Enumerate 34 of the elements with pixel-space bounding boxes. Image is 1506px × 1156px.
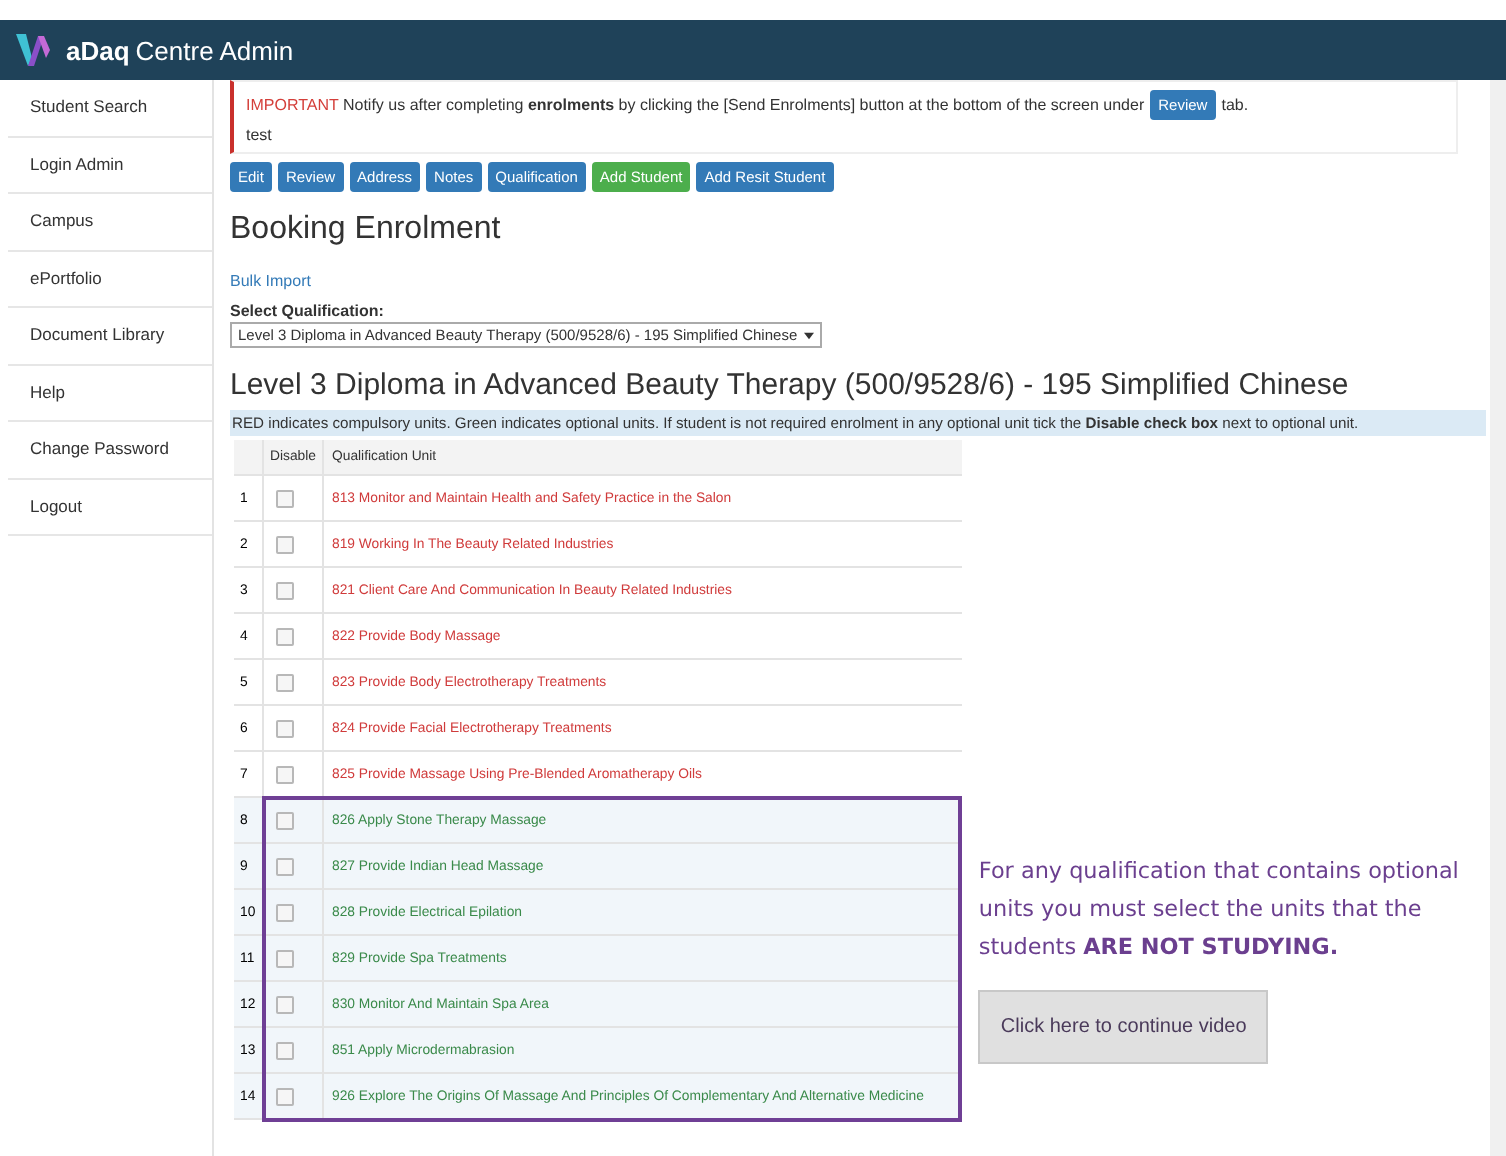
checkbox[interactable]	[276, 581, 294, 599]
qualification-title: Level 3 Diploma in Advanced Beauty Therapy (500/9528/6) - 195 Simplified Chinese	[230, 368, 1351, 402]
bulk-import-link[interactable]: Bulk Import	[230, 272, 311, 290]
sidebar-item[interactable]: Logout	[8, 479, 212, 536]
callout-text: For any qualification that contains optional units you must select the units that the students ARE NOT STUDYING.	[978, 856, 1461, 964]
checkbox[interactable]	[276, 1041, 294, 1059]
sidebar-item[interactable]: Student Search	[8, 80, 212, 137]
checkbox[interactable]	[276, 857, 294, 875]
notice-text: tab.	[1221, 96, 1249, 114]
app-title: Centre Admin	[135, 35, 294, 65]
continue-video-button[interactable]: Click here to continue video	[978, 990, 1269, 1064]
checkbox[interactable]	[276, 903, 294, 921]
checkbox[interactable]	[276, 489, 294, 507]
field-label: Select Qualification:	[230, 302, 386, 320]
sidebar-item[interactable]: ePortfolio	[8, 251, 212, 308]
notice-text: IMPORTANT Notify us after completing enrolments by clicking the [Send Enrolments] button at the bottom of the screen under	[246, 96, 1145, 114]
page-heading: Booking Enrolment	[230, 212, 503, 248]
sidebar-item[interactable]: Help	[8, 365, 212, 422]
checkbox[interactable]	[276, 811, 294, 829]
sidebar-item[interactable]: Change Password	[8, 422, 212, 479]
checkbox[interactable]	[276, 627, 294, 645]
checkbox[interactable]	[276, 949, 294, 967]
checkbox[interactable]	[276, 535, 294, 553]
logo-text: aDaq	[66, 35, 130, 65]
checkbox[interactable]	[276, 673, 294, 691]
checkbox[interactable]	[276, 1087, 294, 1105]
sidebar-item[interactable]: Login Admin	[8, 137, 212, 194]
checkbox[interactable]	[276, 765, 294, 783]
checkbox[interactable]	[276, 995, 294, 1013]
checkbox[interactable]	[276, 719, 294, 737]
caret-icon	[803, 331, 814, 339]
sidebar-item[interactable]: Campus	[8, 194, 212, 251]
note-text: test	[246, 126, 274, 144]
sidebar-item[interactable]: Document Library	[8, 308, 212, 365]
